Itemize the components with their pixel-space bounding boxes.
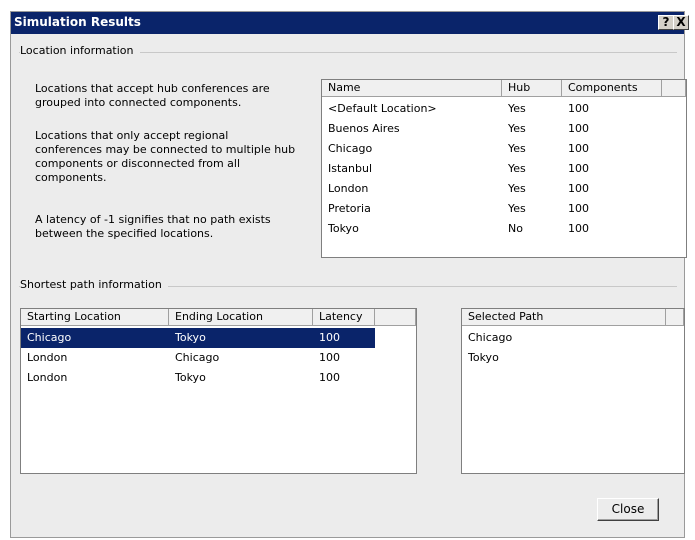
path-end: Chicago bbox=[175, 351, 220, 364]
location-row[interactable]: Istanbul Yes 100 bbox=[322, 159, 686, 179]
path-list[interactable]: Starting Location Ending Location Latenc… bbox=[20, 308, 417, 474]
path-row-selected[interactable]: Chicago Tokyo 100 bbox=[21, 328, 375, 348]
selected-path-location: Chicago bbox=[468, 331, 513, 344]
close-window-button[interactable]: X bbox=[673, 15, 689, 30]
window-title: Simulation Results bbox=[14, 15, 141, 29]
column-filler bbox=[662, 80, 686, 97]
location-hub: Yes bbox=[508, 162, 526, 175]
location-row[interactable]: London Yes 100 bbox=[322, 179, 686, 199]
path-latency: 100 bbox=[319, 351, 340, 364]
selected-path-list[interactable]: Selected Path Chicago Tokyo bbox=[461, 308, 685, 474]
location-name: <Default Location> bbox=[328, 102, 437, 115]
path-start: London bbox=[27, 371, 68, 384]
column-starting-location[interactable]: Starting Location bbox=[21, 309, 169, 326]
location-name: Istanbul bbox=[328, 162, 373, 175]
location-row[interactable]: Chicago Yes 100 bbox=[322, 139, 686, 159]
location-row[interactable]: Tokyo No 100 bbox=[322, 219, 686, 239]
location-list[interactable]: Name Hub Components <Default Location> Y… bbox=[321, 79, 687, 258]
help-button[interactable]: ? bbox=[658, 15, 674, 30]
column-hub[interactable]: Hub bbox=[502, 80, 562, 97]
location-row[interactable]: Pretoria Yes 100 bbox=[322, 199, 686, 219]
path-end: Tokyo bbox=[175, 331, 206, 344]
location-hub: Yes bbox=[508, 122, 526, 135]
location-name: Tokyo bbox=[328, 222, 359, 235]
location-components: 100 bbox=[568, 142, 589, 155]
column-name[interactable]: Name bbox=[322, 80, 502, 97]
location-hub: Yes bbox=[508, 182, 526, 195]
column-filler bbox=[375, 309, 416, 326]
path-start: Chicago bbox=[27, 331, 72, 344]
location-name: Buenos Aires bbox=[328, 122, 400, 135]
location-hub: Yes bbox=[508, 102, 526, 115]
title-bar[interactable]: Simulation Results ? X bbox=[11, 12, 689, 34]
location-components: 100 bbox=[568, 222, 589, 235]
path-start: London bbox=[27, 351, 68, 364]
path-row[interactable]: London Chicago 100 bbox=[21, 348, 375, 368]
path-latency: 100 bbox=[319, 371, 340, 384]
location-row[interactable]: <Default Location> Yes 100 bbox=[322, 99, 686, 119]
shortest-path-label: Shortest path information bbox=[20, 278, 168, 291]
location-name: Chicago bbox=[328, 142, 373, 155]
column-components[interactable]: Components bbox=[562, 80, 662, 97]
close-button[interactable]: Close bbox=[597, 498, 659, 521]
location-components: 100 bbox=[568, 122, 589, 135]
location-row[interactable]: Buenos Aires Yes 100 bbox=[322, 119, 686, 139]
location-name: Pretoria bbox=[328, 202, 371, 215]
location-components: 100 bbox=[568, 162, 589, 175]
hub-description: Locations that accept hub conferences ar… bbox=[35, 82, 270, 109]
location-components: 100 bbox=[568, 202, 589, 215]
selected-path-item[interactable]: Tokyo bbox=[462, 348, 684, 368]
path-end: Tokyo bbox=[175, 371, 206, 384]
column-selected-path[interactable]: Selected Path bbox=[462, 309, 666, 326]
location-hub: Yes bbox=[508, 142, 526, 155]
location-name: London bbox=[328, 182, 369, 195]
column-ending-location[interactable]: Ending Location bbox=[169, 309, 313, 326]
selected-path-location: Tokyo bbox=[468, 351, 499, 364]
column-latency[interactable]: Latency bbox=[313, 309, 375, 326]
path-latency: 100 bbox=[319, 331, 340, 344]
location-info-label: Location information bbox=[20, 44, 140, 57]
location-hub: No bbox=[508, 222, 523, 235]
simulation-results-dialog: Simulation Results ? X Location informat… bbox=[10, 11, 689, 538]
location-components: 100 bbox=[568, 102, 589, 115]
selected-path-item[interactable]: Chicago bbox=[462, 328, 684, 348]
path-row[interactable]: London Tokyo 100 bbox=[21, 368, 375, 388]
location-components: 100 bbox=[568, 182, 589, 195]
regional-description: Locations that only accept regional conf… bbox=[35, 129, 296, 184]
location-hub: Yes bbox=[508, 202, 526, 215]
latency-description: A latency of -1 signifies that no path e… bbox=[35, 213, 271, 240]
column-filler bbox=[666, 309, 684, 326]
